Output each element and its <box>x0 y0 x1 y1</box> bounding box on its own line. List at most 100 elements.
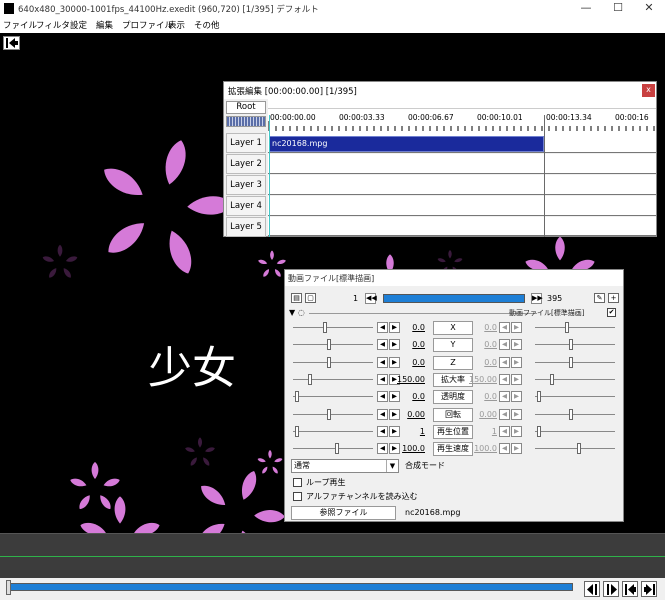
layer-track-3[interactable] <box>268 175 656 195</box>
param-start-value[interactable]: 0.0 <box>397 340 425 349</box>
increment-button[interactable]: ▶ <box>511 374 522 385</box>
right-slider-track[interactable] <box>535 448 615 449</box>
right-slider-knob[interactable] <box>565 322 569 333</box>
menu-edit[interactable]: 編集 <box>96 19 113 31</box>
right-slider-knob[interactable] <box>577 443 581 454</box>
filter-enable-checkbox[interactable]: ✔ <box>607 308 616 317</box>
next-frame-button[interactable]: ▶▶ <box>531 293 543 304</box>
extended-edit-close-button[interactable]: x <box>642 84 655 97</box>
menu-file[interactable]: ファイル <box>3 19 37 31</box>
increment-button[interactable]: ▶ <box>511 357 522 368</box>
ruler-scrollbar[interactable] <box>268 101 656 109</box>
menu-view[interactable]: 表示 <box>168 19 185 31</box>
param-name-button[interactable]: X <box>433 321 473 335</box>
layer-label-3[interactable]: Layer 3 <box>226 175 266 195</box>
decrement-button[interactable]: ◀ <box>377 357 388 368</box>
right-slider-track[interactable] <box>535 431 615 432</box>
decrement-button[interactable]: ◀ <box>499 443 510 454</box>
layer-label-4[interactable]: Layer 4 <box>226 196 266 216</box>
right-slider-knob[interactable] <box>537 426 541 437</box>
minimize-button[interactable]: — <box>570 0 602 17</box>
prev-frame-button[interactable]: ◀◀ <box>365 293 377 304</box>
left-slider-knob[interactable] <box>327 339 331 350</box>
param-start-value[interactable]: 0.0 <box>397 392 425 401</box>
left-slider-track[interactable] <box>293 448 373 449</box>
left-slider-track[interactable] <box>293 327 373 328</box>
left-slider-track[interactable] <box>293 431 373 432</box>
decrement-button[interactable]: ◀ <box>377 322 388 333</box>
go-to-start-button[interactable] <box>622 581 638 597</box>
maximize-button[interactable]: ☐ <box>602 0 634 17</box>
right-slider-track[interactable] <box>535 396 615 397</box>
left-slider-knob[interactable] <box>308 374 312 385</box>
layer-track-5[interactable] <box>268 217 656 236</box>
right-slider-knob[interactable] <box>537 391 541 402</box>
left-slider-knob[interactable] <box>335 443 339 454</box>
right-slider-track[interactable] <box>535 327 615 328</box>
root-button[interactable]: Root <box>226 101 266 114</box>
decrement-button[interactable]: ◀ <box>377 374 388 385</box>
param-start-value[interactable]: 100.0 <box>397 444 425 453</box>
param-start-value[interactable]: 0.0 <box>397 358 425 367</box>
increment-button[interactable]: ▶ <box>511 339 522 350</box>
left-slider-track[interactable] <box>293 344 373 345</box>
main-timeline-area[interactable] <box>0 533 665 578</box>
param-name-button[interactable]: 再生位置 <box>433 425 473 439</box>
blend-mode-select[interactable]: 通常 ▼ <box>291 459 399 473</box>
param-end-value[interactable]: 1 <box>469 427 497 436</box>
right-slider-track[interactable] <box>535 414 615 415</box>
param-end-value[interactable]: 0.0 <box>469 323 497 332</box>
param-end-value[interactable]: 0.0 <box>469 392 497 401</box>
layer-label-2[interactable]: Layer 2 <box>226 154 266 174</box>
video-clip-object[interactable]: nc20168.mpg <box>269 136 544 152</box>
param-end-value[interactable]: 0.00 <box>469 410 497 419</box>
param-name-button[interactable]: 透明度 <box>433 390 473 404</box>
increment-button[interactable]: ▶ <box>511 426 522 437</box>
param-name-button[interactable]: 拡大率 <box>433 373 473 387</box>
right-slider-knob[interactable] <box>569 409 573 420</box>
layer-label-5[interactable]: Layer 5 <box>226 217 266 237</box>
prev-keyframe-button[interactable] <box>584 581 600 597</box>
go-to-end-button[interactable] <box>641 581 657 597</box>
param-name-button[interactable]: Z <box>433 356 473 370</box>
increment-button[interactable]: ▶ <box>511 391 522 402</box>
param-name-button[interactable]: 回転 <box>433 408 473 422</box>
close-button[interactable]: ✕ <box>633 0 665 17</box>
left-slider-knob[interactable] <box>327 357 331 368</box>
menu-profile[interactable]: プロファイル <box>122 19 173 31</box>
right-slider-knob[interactable] <box>550 374 554 385</box>
decrement-button[interactable]: ◀ <box>377 409 388 420</box>
layer-track-2[interactable] <box>268 154 656 174</box>
increment-button[interactable]: ▶ <box>511 409 522 420</box>
left-slider-track[interactable] <box>293 396 373 397</box>
decrement-button[interactable]: ◀ <box>499 374 510 385</box>
decrement-button[interactable]: ◀ <box>499 322 510 333</box>
decrement-button[interactable]: ◀ <box>499 426 510 437</box>
right-slider-track[interactable] <box>535 379 615 380</box>
playhead-cursor[interactable] <box>269 115 270 237</box>
decrement-button[interactable]: ◀ <box>377 426 388 437</box>
right-slider-knob[interactable] <box>569 357 573 368</box>
param-name-button[interactable]: Y <box>433 338 473 352</box>
increment-button[interactable]: ▶ <box>511 322 522 333</box>
add-filter-icon[interactable]: + <box>608 293 619 303</box>
seek-bar[interactable] <box>8 583 573 591</box>
layer-track-4[interactable] <box>268 196 656 216</box>
param-start-value[interactable]: 0.0 <box>397 323 425 332</box>
decrement-button[interactable]: ◀ <box>377 339 388 350</box>
left-slider-track[interactable] <box>293 362 373 363</box>
param-name-button[interactable]: 再生速度 <box>433 442 473 456</box>
clipping-icon[interactable]: ▢ <box>305 293 316 303</box>
pin-icon[interactable]: ✎ <box>594 293 605 303</box>
left-slider-knob[interactable] <box>295 426 299 437</box>
param-end-value[interactable]: 100.0 <box>469 444 497 453</box>
menu-filter[interactable]: フィルタ <box>36 19 70 31</box>
increment-button[interactable]: ▶ <box>511 443 522 454</box>
param-start-value[interactable]: 1 <box>397 427 425 436</box>
param-start-value[interactable]: 0.00 <box>397 410 425 419</box>
next-keyframe-button[interactable] <box>603 581 619 597</box>
param-start-value[interactable]: 150.00 <box>397 375 425 384</box>
layer-label-1[interactable]: Layer 1 <box>226 133 266 153</box>
decrement-button[interactable]: ◀ <box>499 357 510 368</box>
collapse-button[interactable] <box>3 36 20 50</box>
